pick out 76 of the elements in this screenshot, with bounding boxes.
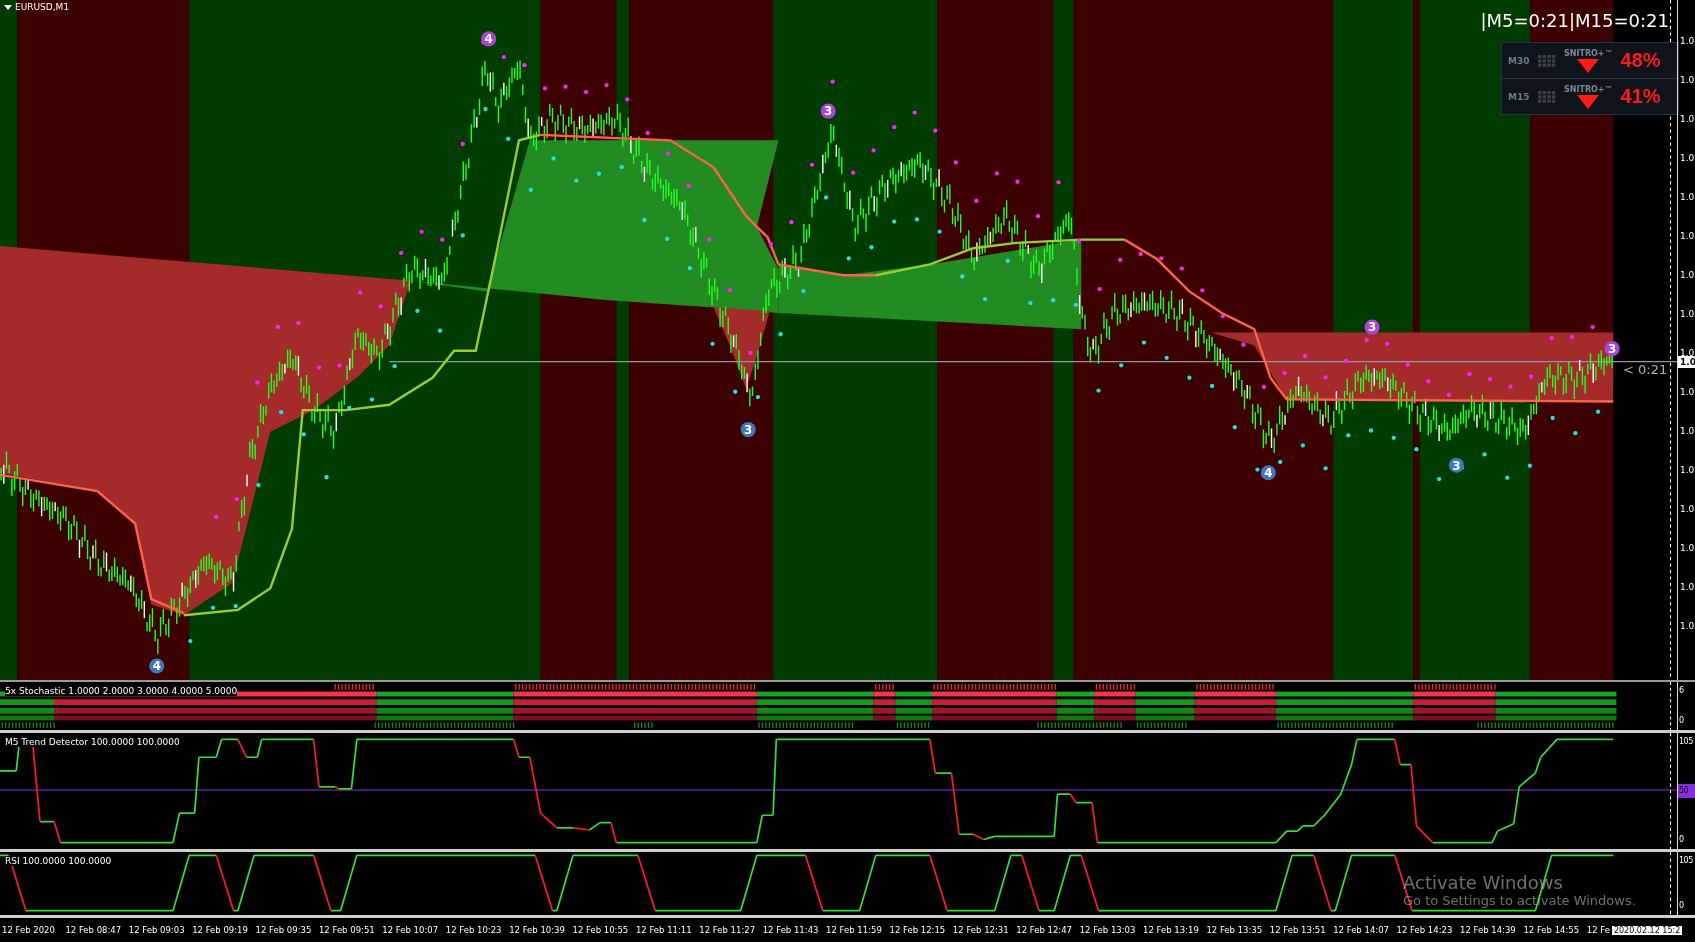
wave-number-badge: 3	[740, 422, 756, 438]
time-axis-label: 12 Feb 12:15	[889, 925, 947, 935]
wave-number-badge: 4	[481, 31, 497, 47]
time-axis-label: 12 Feb 10:39	[509, 925, 566, 935]
grid-icon	[1538, 90, 1556, 103]
grid-icon	[1538, 54, 1556, 67]
price-axis-label: 1.0	[1679, 191, 1695, 204]
time-axis-label: 12 Feb 09:03	[128, 925, 186, 935]
time-axis-label: 12 Feb 10:55	[572, 925, 630, 935]
brand-label: SNITRO+™	[1564, 84, 1613, 94]
price-axis-label: 1.0	[1679, 386, 1695, 399]
timeframe-label: M15	[1508, 91, 1530, 102]
price-axis-label: 1.0	[1679, 425, 1695, 438]
wave-number-badge: 4	[1260, 465, 1276, 481]
price-axis-label: 1.0	[1679, 542, 1695, 555]
candle-timer: < 0:21	[1623, 362, 1668, 377]
time-axis-label: 12 Feb 13:19	[1143, 925, 1200, 935]
time-axis-label: 12 Feb 2020	[2, 925, 56, 935]
time-axis-label: 12 Feb 08:47	[65, 925, 123, 935]
dropdown-icon[interactable]	[4, 4, 12, 10]
time-axis-label: 12 Feb 12:47	[1016, 925, 1073, 935]
wave-number-badge: 3	[1448, 457, 1464, 473]
indicator-label: RSI 100.0000 100.0000	[5, 856, 112, 866]
price-axis-label: 1.0	[1679, 581, 1695, 594]
price-axis-label: 1.0	[1679, 464, 1695, 477]
price-axis-label: 1.0	[1679, 308, 1695, 321]
time-axis-label: 12 Feb 10:23	[445, 925, 503, 935]
price-axis-label: 1.0	[1679, 152, 1695, 165]
time-axis-label: 12 Feb 11:59	[826, 925, 883, 935]
time-axis-label: 12 Feb 09:19	[192, 925, 249, 935]
time-axis-label: 12 Feb 09:51	[318, 925, 376, 935]
price-axis-label: 1.0	[1679, 74, 1695, 87]
time-axis-label: 12 Feb 11:11	[635, 925, 693, 935]
down-triangle-icon	[1577, 94, 1600, 109]
indicator-axis-label: 0	[1678, 834, 1685, 846]
current-price-label: 1.0	[1678, 356, 1695, 368]
price-axis-label: 1.0	[1679, 620, 1695, 633]
wave-number-badge: 4	[149, 658, 165, 674]
cursor-time-label: 2020.02.12 15:2	[1611, 925, 1683, 935]
indicator-axis-label: 6	[1678, 685, 1685, 697]
indicator-axis-label: 0	[1678, 900, 1685, 912]
indicator-axis-label: 50	[1678, 784, 1695, 798]
wave-number-badge: 3	[820, 103, 836, 119]
indicator-label: M5 Trend Detector 100.0000 100.0000	[5, 737, 180, 747]
indicator-axis-label: 105	[1678, 855, 1694, 867]
time-axis-label: 12 Feb 12:31	[952, 925, 1010, 935]
time-axis-label: 12 Feb 09:35	[255, 925, 313, 935]
wave-number-badge: 3	[1364, 319, 1380, 335]
brand-label: SNITRO+™	[1564, 48, 1613, 58]
time-axis-label: 12 Feb 14:39	[1460, 925, 1517, 935]
down-triangle-icon	[1577, 58, 1600, 73]
time-axis-label: 12 Feb 13:03	[1079, 925, 1137, 935]
time-axis-label: 12 Feb 14:07	[1333, 925, 1390, 935]
time-axis-label: 12 Feb 11:27	[699, 925, 757, 935]
time-axis-label: 12 Feb 13:35	[1206, 925, 1264, 935]
price-axis-label: 1.0	[1679, 113, 1695, 126]
time-axis-label: 12 Feb 14:23	[1396, 925, 1454, 935]
indicator-axis-label: 105	[1678, 736, 1694, 748]
time-axis-label: 12 Feb 10:07	[382, 925, 440, 935]
price-axis-label: 1.0	[1679, 347, 1695, 358]
percent-value: 41%	[1620, 85, 1661, 108]
wave-number-badge: 3	[1604, 341, 1620, 357]
price-axis-label: 1.0	[1679, 230, 1695, 243]
symbol-label: EURUSD,M1	[15, 2, 70, 12]
time-axis-label: 12 Feb 11:43	[762, 925, 820, 935]
time-axis-label: 12 Feb 14:55	[1523, 925, 1581, 935]
price-axis-label: 1.0	[1679, 35, 1695, 48]
time-axis-label: 12 Feb 13:51	[1269, 925, 1327, 935]
price-axis-label: 1.0	[1679, 503, 1695, 516]
timeframe-timer: |M5=0:21|M15=0:21	[1480, 10, 1669, 31]
price-axis-label: 1.0	[1679, 269, 1695, 282]
timeframe-label: M30	[1508, 55, 1530, 66]
indicator-label: 5x Stochastic 1.0000 2.0000 3.0000 4.0000 5.0000	[5, 686, 238, 696]
percent-value: 48%	[1620, 49, 1661, 72]
indicator-axis-label: 0	[1678, 715, 1685, 727]
time-axis-label: 12 Fe	[1586, 925, 1610, 935]
